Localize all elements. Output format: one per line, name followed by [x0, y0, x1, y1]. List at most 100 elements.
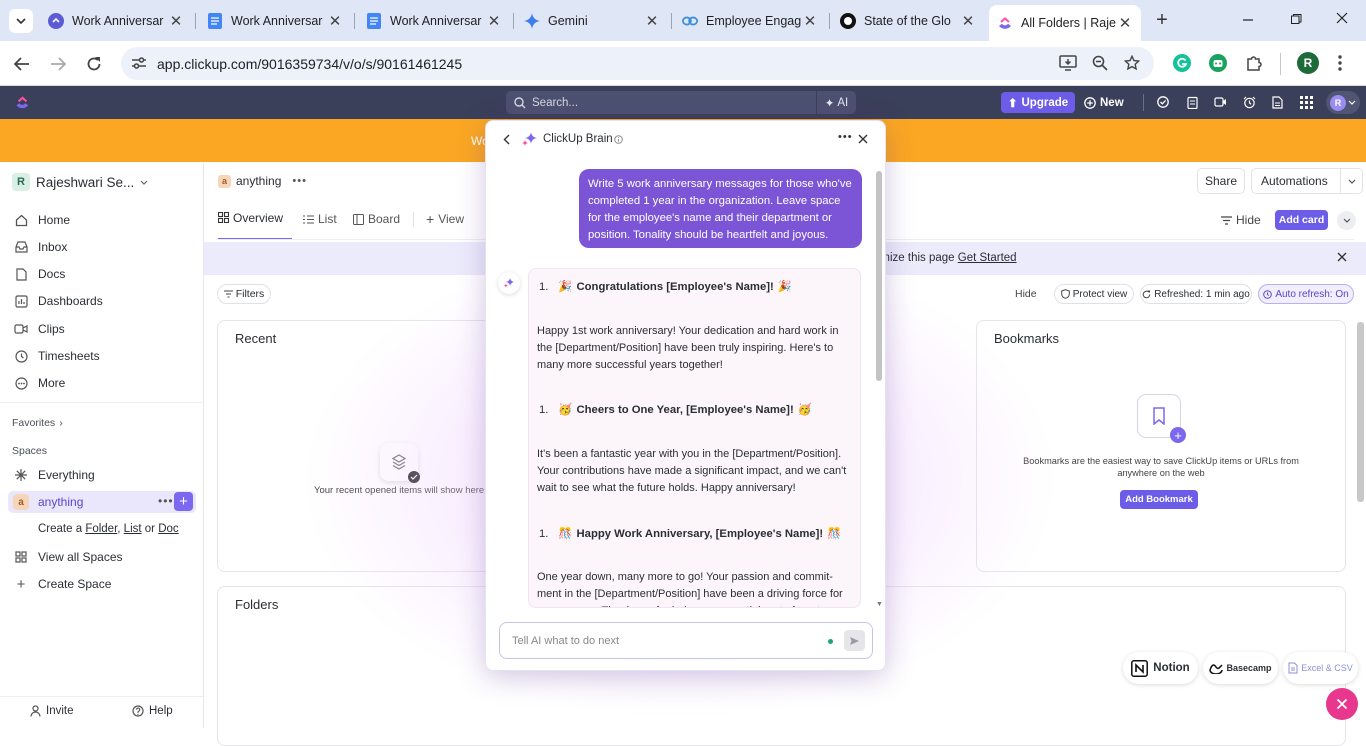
sidebar-item-docs[interactable]: Docs	[12, 264, 65, 284]
sidebar-space-anything[interactable]: a anything ••• +	[8, 491, 196, 513]
create-folder-link[interactable]: Folder	[85, 523, 117, 535]
sidebar-item-clips[interactable]: Clips	[12, 319, 65, 339]
hide-cards-button[interactable]: Hide	[1015, 288, 1037, 300]
sidebar-item-home[interactable]: Home	[12, 210, 70, 230]
zoom-icon[interactable]	[1092, 55, 1108, 71]
close-window-button[interactable]	[1336, 12, 1352, 28]
reload-button[interactable]	[80, 50, 108, 78]
main-scrollbar[interactable]	[1357, 322, 1364, 502]
grammarly-icon[interactable]	[1173, 54, 1191, 72]
close-icon[interactable]: ✕	[960, 13, 976, 30]
browser-tab-active[interactable]: All Folders | Raje ✕	[989, 5, 1141, 41]
upgrade-button[interactable]: ⬆ Upgrade	[1001, 92, 1075, 113]
search-input[interactable]: Search... ✦ AI	[506, 91, 856, 114]
brain-scrollbar[interactable]	[876, 171, 882, 381]
close-icon[interactable]: ✕	[644, 13, 660, 30]
browser-tab[interactable]: Employee Engag ✕	[674, 6, 826, 35]
profile-avatar[interactable]: R	[1297, 52, 1319, 74]
plus-icon: +	[16, 575, 26, 593]
restore-button[interactable]	[1290, 13, 1306, 29]
close-icon[interactable]: ✕	[168, 13, 184, 30]
forward-button[interactable]	[44, 50, 72, 78]
close-icon[interactable]: ✕	[327, 13, 343, 30]
minimize-button[interactable]	[1242, 12, 1258, 28]
favorites-header[interactable]: Favorites ›	[12, 417, 63, 429]
close-icon[interactable]: ✕	[1117, 15, 1133, 32]
tab-list[interactable]: List	[303, 212, 337, 226]
browser-tab[interactable]: Work Anniversar ✕	[358, 6, 510, 35]
more-dots-icon[interactable]: •••	[158, 494, 174, 508]
breadcrumb[interactable]: a anything •••	[218, 174, 307, 188]
send-button[interactable]	[844, 630, 865, 651]
back-button[interactable]	[8, 50, 36, 78]
user-avatar-menu[interactable]: R	[1326, 91, 1360, 114]
extension-robot-icon[interactable]	[1209, 54, 1227, 72]
check-circle-icon[interactable]	[1157, 96, 1169, 108]
tab-overview[interactable]: Overview	[218, 206, 292, 240]
add-to-space-button[interactable]: +	[174, 492, 193, 511]
notepad-icon[interactable]	[1187, 96, 1198, 109]
share-button[interactable]: Share	[1197, 168, 1245, 194]
clickup-logo-icon[interactable]	[15, 95, 30, 110]
add-bookmark-button[interactable]: Add Bookmark	[1120, 490, 1198, 509]
close-icon[interactable]	[858, 134, 868, 144]
site-info-icon[interactable]	[131, 56, 147, 70]
ai-search-button[interactable]: ✦ AI	[816, 91, 856, 114]
tab-board[interactable]: Board	[353, 212, 400, 226]
chevron-down-icon	[1343, 218, 1351, 223]
sidebar-item-inbox[interactable]: Inbox	[12, 237, 67, 257]
collapse-button[interactable]	[1337, 211, 1356, 230]
close-icon[interactable]: ✕	[486, 13, 502, 30]
scroll-down-icon[interactable]: ▼	[876, 601, 883, 608]
protect-view-button[interactable]: Protect view	[1054, 284, 1134, 304]
back-icon[interactable]	[503, 134, 510, 145]
apps-grid-icon[interactable]	[1300, 96, 1313, 109]
browser-menu-icon[interactable]	[1338, 55, 1342, 71]
browser-tab[interactable]: State of the Glo ✕	[832, 6, 984, 35]
create-list-link[interactable]: List	[124, 523, 142, 535]
floating-close-button[interactable]	[1326, 688, 1358, 720]
minimize-icon	[1242, 12, 1258, 28]
browser-tab[interactable]: Work Anniversar ✕	[40, 6, 192, 35]
notion-import-button[interactable]: Notion	[1123, 652, 1198, 684]
sidebar-item-more[interactable]: More	[12, 373, 65, 393]
automations-button[interactable]: Automations	[1251, 168, 1363, 194]
filters-button[interactable]: Filters	[217, 284, 271, 304]
bookmark-star-icon[interactable]	[1124, 55, 1140, 71]
new-tab-button[interactable]: +	[1150, 8, 1174, 32]
more-dots-icon[interactable]: •••	[838, 131, 853, 143]
chevron-down-icon[interactable]	[1340, 169, 1363, 193]
browser-tab[interactable]: Gemini ✕	[516, 6, 668, 35]
alarm-icon[interactable]	[1243, 96, 1256, 109]
view-all-spaces[interactable]: View all Spaces	[12, 547, 123, 567]
auto-refresh-toggle[interactable]: Auto refresh: On	[1258, 284, 1354, 304]
extensions-puzzle-icon[interactable]	[1245, 54, 1263, 72]
info-icon[interactable]	[614, 135, 623, 144]
create-space[interactable]: + Create Space	[12, 574, 112, 594]
more-dots-icon[interactable]: •••	[292, 175, 307, 187]
doc-icon[interactable]	[1272, 96, 1283, 109]
basecamp-import-button[interactable]: Basecamp	[1203, 652, 1278, 684]
new-button[interactable]: New	[1084, 92, 1132, 113]
get-started-link[interactable]: Get Started	[958, 252, 1017, 264]
add-card-button[interactable]: Add card	[1275, 210, 1328, 230]
help-button[interactable]: Help	[132, 705, 173, 717]
close-icon[interactable]	[1337, 252, 1347, 262]
excel-import-button[interactable]: Excel & CSV	[1283, 652, 1358, 684]
workspace-switcher[interactable]: R Rajeshwari Se...	[12, 172, 148, 192]
browser-tab[interactable]: Work Anniversar ✕	[199, 6, 351, 35]
hide-button[interactable]: Hide	[1221, 213, 1261, 227]
address-bar[interactable]: app.clickup.com/9016359734/v/o/s/9016146…	[121, 47, 1154, 80]
create-doc-link[interactable]: Doc	[158, 523, 178, 535]
sidebar-item-dashboards[interactable]: Dashboards	[12, 291, 103, 311]
sidebar-item-everything[interactable]: Everything	[12, 465, 95, 485]
video-icon[interactable]	[1214, 97, 1227, 107]
refresh-status[interactable]: Refreshed: 1 min ago	[1140, 284, 1252, 304]
install-app-icon[interactable]	[1059, 55, 1077, 71]
ai-prompt-input[interactable]: Tell AI what to do next	[499, 622, 873, 659]
add-view-button[interactable]: + View	[426, 211, 464, 227]
invite-button[interactable]: Invite	[30, 705, 74, 717]
sidebar-item-timesheets[interactable]: Timesheets	[12, 346, 100, 366]
tab-search-button[interactable]	[9, 9, 33, 33]
close-icon[interactable]: ✕	[802, 13, 818, 30]
